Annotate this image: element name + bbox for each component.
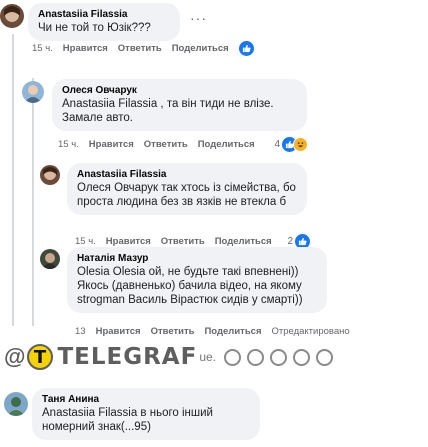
comment-bubble: Anastasiia Filassia Олеся Овчарук так хт… <box>67 163 307 215</box>
avatar[interactable] <box>40 249 60 269</box>
comment-time[interactable]: 15 ч. <box>58 139 79 150</box>
comment-text: Чи не той то Юзік??? <box>38 22 151 34</box>
comment-time[interactable]: 15 ч. <box>32 43 53 54</box>
share-button[interactable]: Поделиться <box>172 43 229 54</box>
share-button[interactable]: Поделиться <box>198 139 255 150</box>
avatar[interactable] <box>4 392 28 416</box>
reply-button[interactable]: Ответить <box>161 236 205 247</box>
comment-bubble: Наталія Мазур Olesia Olesia ой, не будьт… <box>67 247 327 313</box>
comment-bubble: Таня Анина Anastasiia Filassia в нього і… <box>32 388 260 440</box>
comment-author[interactable]: Anastasiia Filassia <box>38 8 170 21</box>
like-icon <box>238 41 254 56</box>
like-button[interactable]: Нравится <box>106 236 151 247</box>
more-dots-icon[interactable]: ··· <box>190 10 207 26</box>
reactions[interactable] <box>238 41 254 56</box>
share-button[interactable]: Поделиться <box>215 236 272 247</box>
reactions[interactable]: 4 <box>274 137 308 152</box>
social-icon <box>247 348 265 366</box>
comment-actions: 15 ч. Нравится Ответить Поделиться <box>32 41 254 56</box>
comment-time[interactable]: 15 ч. <box>75 236 96 247</box>
telegraf-logo-icon: T <box>27 344 54 370</box>
social-icon <box>224 348 242 366</box>
like-button[interactable]: Нравится <box>89 139 134 150</box>
comment-author[interactable]: Наталія Мазур <box>77 252 317 265</box>
comment-bubble: Anastasiia Filassia Чи не той то Юзік??? <box>28 3 180 41</box>
social-icon <box>293 348 311 366</box>
comment-author[interactable]: Олеся Овчарук <box>62 84 297 97</box>
avatar[interactable] <box>40 165 60 185</box>
comment-text: Олеся Овчарук так хтось із сімейства, бо… <box>77 182 296 208</box>
telegraf-watermark: @ T TELEGRAF ue. <box>0 336 428 378</box>
comment-author[interactable]: Таня Анина <box>42 393 250 406</box>
watermark-suffix: ue. <box>199 350 217 364</box>
reply-button[interactable]: Ответить <box>144 139 188 150</box>
comment-actions: 15 ч. Нравится Ответить Поделиться 4 <box>58 137 308 152</box>
comment-text: Anastasiia Filassia , та він тиди не влі… <box>62 98 274 124</box>
watermark-social-icons <box>224 348 334 366</box>
avatar[interactable] <box>0 4 24 28</box>
comment-text: Olesia Olesia ой, не будьте такі впевнен… <box>77 266 303 306</box>
like-button[interactable]: Нравится <box>63 43 108 54</box>
thread-line <box>12 34 14 326</box>
haha-icon <box>293 137 308 152</box>
comment-text: Anastasiia Filassia в нього інший номерн… <box>42 407 213 433</box>
reaction-count: 4 <box>274 139 280 150</box>
watermark-prefix-icon: @ <box>4 344 26 369</box>
thread-line <box>32 78 34 326</box>
social-icon <box>270 348 288 366</box>
telegraf-logo: T TELEGRAF <box>27 344 197 370</box>
avatar[interactable] <box>22 81 44 103</box>
telegraf-brand: TELEGRAF <box>57 344 198 370</box>
social-icon <box>316 348 334 366</box>
comment-bubble: Олеся Овчарук Anastasiia Filassia , та в… <box>52 79 307 131</box>
reply-button[interactable]: Ответить <box>118 43 162 54</box>
comment-author[interactable]: Anastasiia Filassia <box>77 168 297 181</box>
reaction-count: 2 <box>287 236 293 247</box>
